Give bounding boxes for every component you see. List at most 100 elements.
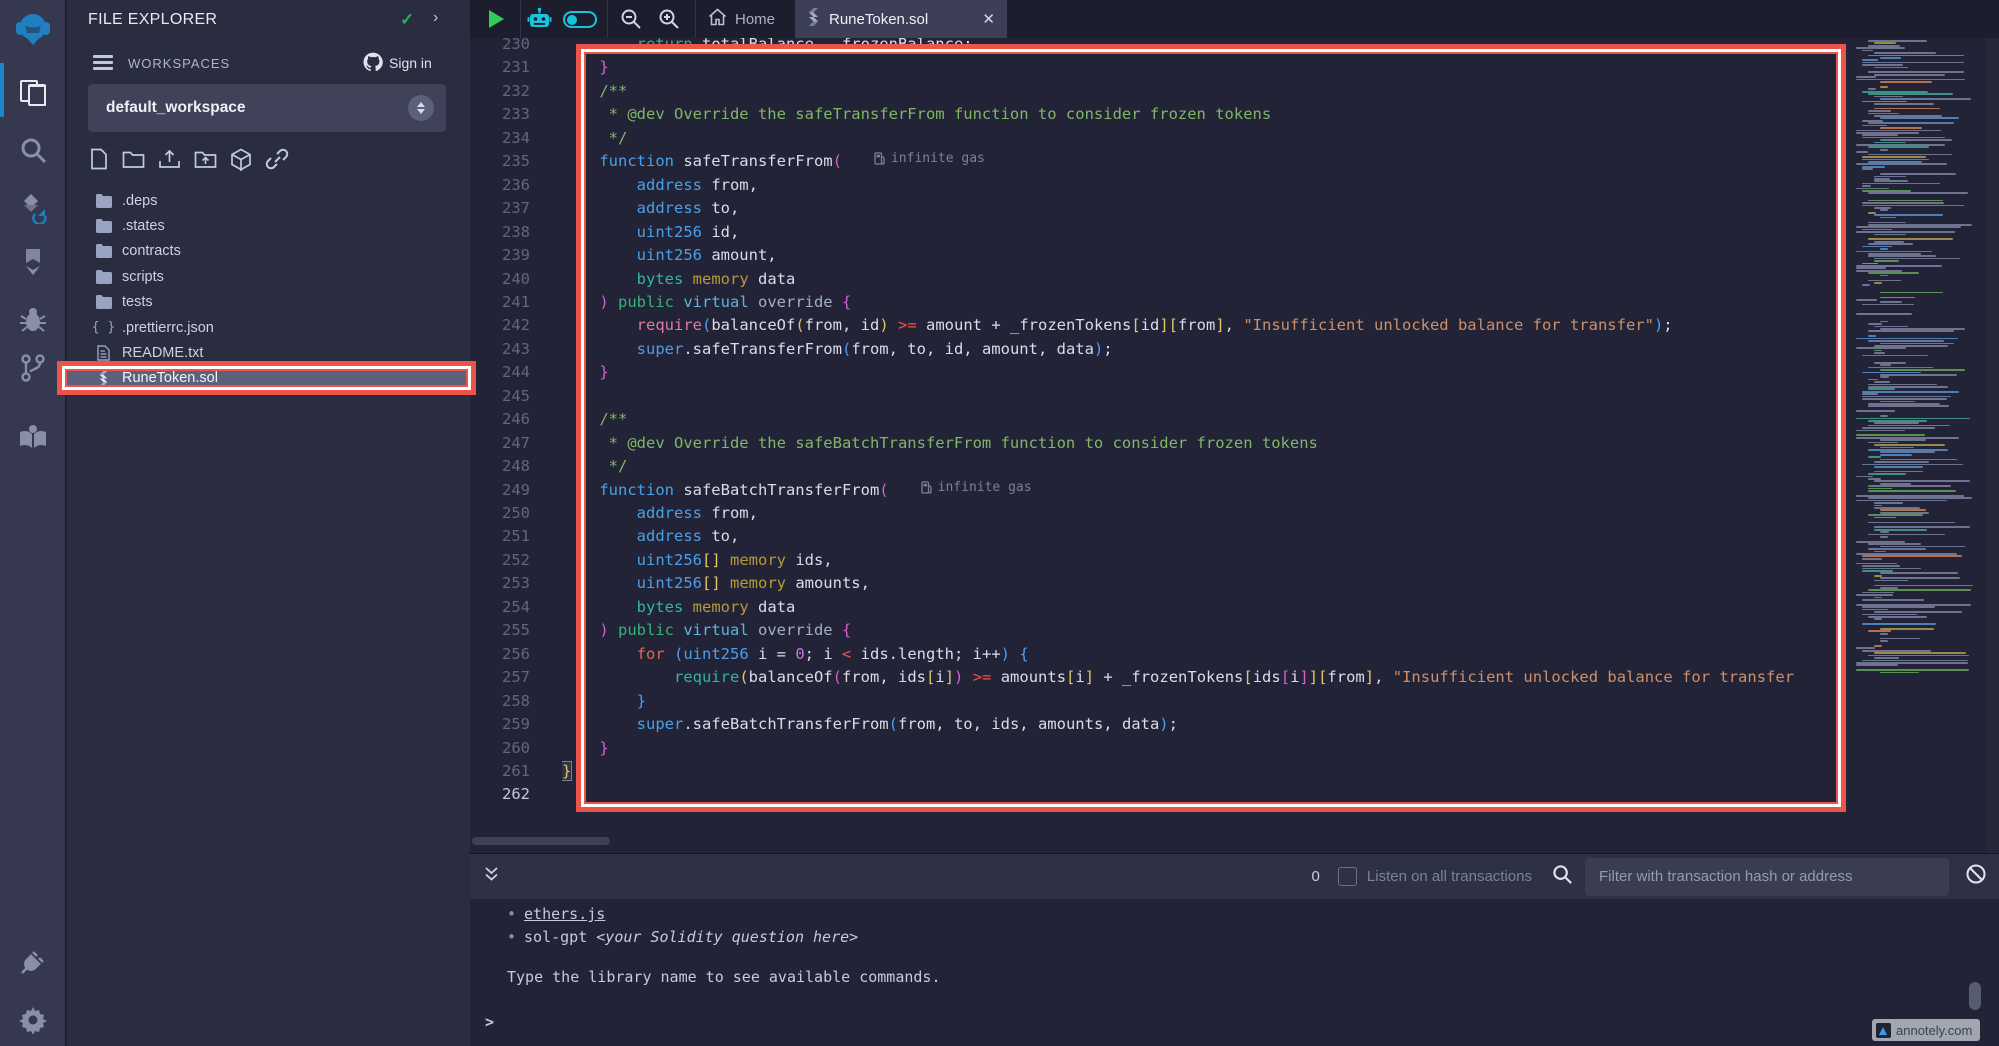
search-icon[interactable] bbox=[0, 136, 66, 164]
workspaces-menu-icon[interactable] bbox=[93, 55, 113, 71]
tree-item-label: tests bbox=[122, 294, 153, 310]
minimap-line bbox=[1868, 71, 1964, 73]
transaction-filter-input[interactable] bbox=[1585, 858, 1949, 896]
line-number-gutter: 2302312322332342352362372382392402412422… bbox=[470, 38, 546, 853]
minimap[interactable] bbox=[1852, 38, 1986, 678]
minimap-line bbox=[1880, 536, 1888, 538]
line-number: 236 bbox=[502, 176, 530, 194]
minimap-line bbox=[1868, 113, 1899, 115]
code-line-259: super.safeBatchTransferFrom(from, to, id… bbox=[562, 713, 1178, 736]
code-editor[interactable]: 2302312322332342352362372382392402412422… bbox=[470, 38, 1999, 853]
minimap-line bbox=[1874, 42, 1896, 44]
publish-ipfs-icon[interactable] bbox=[230, 148, 252, 177]
deploy-run-icon[interactable] bbox=[0, 247, 66, 277]
upload-folder-icon[interactable] bbox=[194, 148, 217, 177]
minimap-line bbox=[1868, 93, 1953, 95]
search-icon[interactable] bbox=[1552, 864, 1573, 890]
line-number: 238 bbox=[502, 223, 530, 241]
tree-item--states[interactable]: .states bbox=[67, 213, 470, 238]
minimap-line bbox=[1880, 217, 1896, 219]
active-plugin-indicator bbox=[0, 63, 4, 117]
zoom-in-icon[interactable] bbox=[658, 8, 680, 35]
learneth-icon[interactable] bbox=[0, 424, 66, 450]
minimap-line bbox=[1880, 139, 1952, 141]
minimap-line bbox=[1868, 212, 1876, 214]
tree-item-contracts[interactable]: contracts bbox=[67, 239, 470, 264]
tree-item--deps[interactable]: .deps bbox=[67, 188, 470, 213]
git-icon[interactable] bbox=[0, 353, 66, 383]
tab-home[interactable]: Home bbox=[698, 0, 785, 38]
line-number: 256 bbox=[502, 645, 530, 663]
clear-console-icon[interactable] bbox=[1965, 863, 1987, 890]
minimap-line bbox=[1862, 134, 1898, 136]
ethers-link[interactable]: ethers.js bbox=[524, 905, 605, 923]
workspace-select[interactable]: default_workspace bbox=[88, 84, 446, 132]
zoom-out-icon[interactable] bbox=[620, 8, 642, 35]
minimap-line bbox=[1856, 163, 1947, 165]
minimap-line bbox=[1880, 292, 1943, 294]
code-line-231: } bbox=[562, 56, 609, 79]
minimap-line bbox=[1880, 149, 1888, 151]
code-line-237: address to, bbox=[562, 197, 739, 220]
file-tree: .deps.statescontractsscripts tests { }.pre… bbox=[67, 188, 470, 391]
debugger-icon[interactable] bbox=[0, 306, 66, 334]
line-number: 251 bbox=[502, 527, 530, 545]
home-icon bbox=[708, 8, 727, 30]
solidity-compiler-icon[interactable] bbox=[0, 192, 66, 224]
line-number: 230 bbox=[502, 38, 530, 53]
listen-label: Listen on all transactions bbox=[1367, 868, 1532, 885]
tree-item-tests[interactable]: tests bbox=[67, 290, 470, 315]
minimap-line bbox=[1862, 609, 1888, 611]
file-icon bbox=[95, 345, 112, 361]
upload-file-icon[interactable] bbox=[158, 148, 181, 177]
tab-runetoken[interactable]: RuneToken.sol ✕ bbox=[795, 0, 1007, 38]
terminal-output[interactable]: > •ethers.js•sol-gpt <your Solidity ques… bbox=[470, 899, 1999, 1046]
minimap-line bbox=[1868, 449, 1948, 451]
minimap-line bbox=[1862, 623, 1936, 625]
code-line-260: } bbox=[562, 737, 609, 760]
file-explorer-icon[interactable] bbox=[0, 78, 66, 108]
ai-toggle[interactable] bbox=[563, 11, 597, 28]
tree-item--prettierrc-json[interactable]: { }.prettierrc.json bbox=[67, 315, 470, 340]
line-number: 252 bbox=[502, 551, 530, 569]
minimap-line bbox=[1862, 159, 1929, 161]
run-script-button[interactable] bbox=[488, 9, 505, 34]
expand-terminal-icon[interactable] bbox=[484, 866, 499, 887]
minimap-line bbox=[1862, 101, 1907, 103]
line-number: 253 bbox=[502, 574, 530, 592]
chevron-right-icon[interactable]: › bbox=[433, 9, 438, 27]
workspace-sort-icon[interactable] bbox=[408, 95, 434, 121]
minimap-line bbox=[1856, 594, 1893, 596]
minimap-line bbox=[1862, 570, 1893, 572]
code-line-248: */ bbox=[562, 455, 627, 478]
minimap-line bbox=[1862, 599, 1924, 601]
new-file-icon[interactable] bbox=[89, 148, 109, 177]
terminal-link-line[interactable]: •ethers.js bbox=[507, 903, 605, 926]
minimap-line bbox=[1880, 297, 1915, 299]
code-line-239: uint256 amount, bbox=[562, 244, 777, 267]
minimap-line bbox=[1874, 67, 1908, 69]
terminal-scrollbar-thumb[interactable] bbox=[1969, 982, 1981, 1010]
link-icon[interactable] bbox=[265, 148, 289, 177]
code-line-251: address to, bbox=[562, 525, 739, 548]
code-line-236: address from, bbox=[562, 174, 758, 197]
minimap-line bbox=[1868, 514, 1923, 516]
settings-icon[interactable] bbox=[0, 1006, 66, 1034]
tree-item-scripts[interactable]: scripts bbox=[67, 264, 470, 289]
minimap-line bbox=[1856, 541, 1905, 543]
minimap-line bbox=[1880, 509, 1926, 511]
listen-checkbox[interactable] bbox=[1338, 867, 1357, 886]
new-folder-icon[interactable] bbox=[122, 148, 145, 177]
tree-item-runetoken-sol[interactable]: RuneToken.sol bbox=[67, 366, 470, 391]
github-sign-in[interactable]: Sign in bbox=[363, 52, 432, 74]
minimap-line bbox=[1856, 434, 1925, 436]
vertical-scrollbar[interactable] bbox=[1987, 38, 1999, 853]
line-number: 255 bbox=[502, 621, 530, 639]
tree-item-readme-txt[interactable]: README.txt bbox=[67, 340, 470, 365]
ai-assistant-icon[interactable] bbox=[527, 7, 552, 36]
remix-logo-icon[interactable] bbox=[0, 8, 66, 50]
minimap-line bbox=[1874, 466, 1923, 468]
plugin-manager-icon[interactable] bbox=[0, 948, 66, 978]
close-tab-icon[interactable]: ✕ bbox=[982, 10, 995, 28]
horizontal-scrollbar[interactable] bbox=[472, 837, 610, 845]
